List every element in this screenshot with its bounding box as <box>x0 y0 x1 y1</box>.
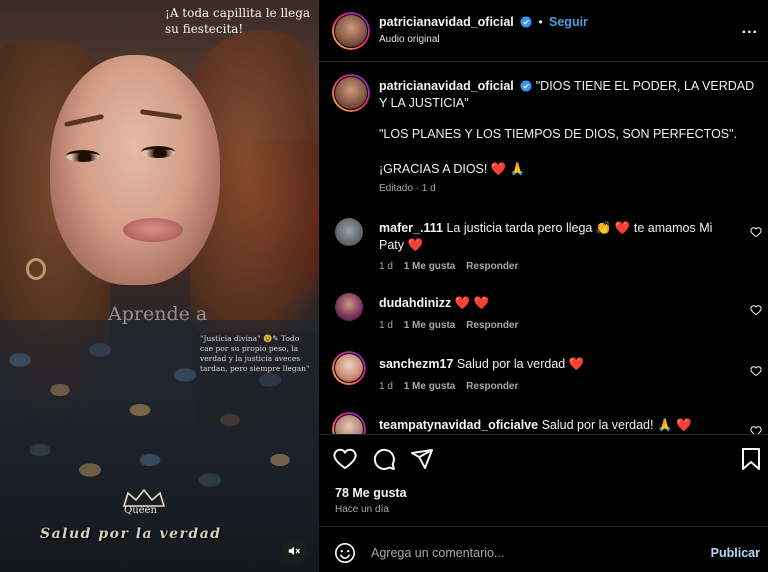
comment-likes[interactable]: 1 Me gusta <box>404 261 456 272</box>
comments-list[interactable]: patricianavidad_oficial "DIOS TIENE EL P… <box>319 62 768 434</box>
comment-time: 1 d <box>379 381 393 392</box>
comment-composer: Agrega un comentario... Publicar <box>319 526 768 572</box>
reply-button[interactable]: Responder <box>466 320 518 331</box>
video-caption-text: ¡A toda capillita le llega su fiestecita… <box>165 6 311 36</box>
like-comment-icon[interactable] <box>750 226 762 238</box>
comment-text: Salud por la verdad ❤️ <box>456 357 585 371</box>
comment-item: mafer_.111 La justicia tarda pero llega … <box>319 212 768 274</box>
queen-badge: Queen <box>124 505 157 516</box>
like-icon[interactable] <box>333 447 357 471</box>
comment-text: ❤️ ❤️ <box>454 296 490 310</box>
comment-item: sanchezm17 Salud por la verdad ❤️ 1 d 1 … <box>319 351 768 401</box>
comment-username[interactable]: mafer_.111 <box>379 221 443 235</box>
follow-button[interactable]: Seguir <box>549 15 588 29</box>
like-comment-icon[interactable] <box>750 304 762 316</box>
mute-button[interactable] <box>281 538 307 564</box>
comment-time: 1 d <box>379 261 393 272</box>
comment-likes[interactable]: 1 Me gusta <box>404 320 456 331</box>
avatar[interactable] <box>335 293 363 321</box>
avatar[interactable] <box>335 15 367 47</box>
video-bottom-text: Salud por la verdad <box>40 526 222 542</box>
comment-item: teampatynavidad_oficialve Salud por la v… <box>319 412 768 434</box>
caption-line-2: "LOS PLANES Y LOS TIEMPOS DE DIOS, SON P… <box>379 127 738 141</box>
emoji-icon[interactable] <box>334 542 356 564</box>
avatar[interactable] <box>335 77 367 109</box>
comment-likes[interactable]: 1 Me gusta <box>404 381 456 392</box>
speaker-muted-icon <box>288 546 300 556</box>
publish-button[interactable]: Publicar <box>711 546 760 560</box>
like-comment-icon[interactable] <box>750 365 762 377</box>
earring <box>26 258 46 280</box>
instagram-post-modal: ¡A toda capillita le llega su fiestecita… <box>0 0 768 572</box>
avatar[interactable] <box>335 354 363 382</box>
reply-button[interactable]: Responder <box>466 381 518 392</box>
more-options-button[interactable]: ... <box>742 20 758 38</box>
post-header: patricianavidad_oficial • Seguir Audio o… <box>319 0 768 62</box>
portrait-face <box>50 55 220 285</box>
audio-label[interactable]: Audio original <box>379 34 440 45</box>
video-overlay-word: Aprende a <box>108 303 208 325</box>
share-icon[interactable] <box>410 447 434 471</box>
comment-text: Salud por la verdad! 🙏 ❤️ <box>541 418 692 432</box>
post-time: Hace un día <box>335 504 389 515</box>
comment-username[interactable]: dudahdinizz <box>379 296 451 310</box>
comment-item: dudahdinizz ❤️ ❤️ 1 d 1 Me gusta Respond… <box>319 290 768 340</box>
likes-count[interactable]: 78 Me gusta <box>335 486 407 500</box>
save-icon[interactable] <box>740 447 762 471</box>
comment-username[interactable]: teampatynavidad_oficialve <box>379 418 538 432</box>
verified-badge-icon <box>520 16 532 28</box>
caption-line-3: ¡GRACIAS A DIOS! ❤️ 🙏 <box>379 162 526 176</box>
caption-meta: Editado · 1 d <box>379 183 436 194</box>
avatar[interactable] <box>335 218 363 246</box>
reel-video[interactable]: ¡A toda capillita le llega su fiestecita… <box>0 0 319 572</box>
like-comment-icon[interactable] <box>750 425 762 434</box>
caption-username[interactable]: patricianavidad_oficial <box>379 79 514 93</box>
avatar[interactable] <box>335 415 363 434</box>
post-actions: 78 Me gusta Hace un día <box>319 434 768 526</box>
comment-icon[interactable] <box>372 447 396 471</box>
comment-input[interactable]: Agrega un comentario... <box>371 546 504 560</box>
comment-username[interactable]: sanchezm17 <box>379 357 453 371</box>
header-username[interactable]: patricianavidad_oficial <box>379 15 514 29</box>
post-caption: patricianavidad_oficial "DIOS TIENE EL P… <box>319 62 768 212</box>
reply-button[interactable]: Responder <box>466 261 518 272</box>
comment-time: 1 d <box>379 320 393 331</box>
verified-badge-icon <box>520 80 532 92</box>
video-note-text: "Justicia divina" 😉✎ Todo cae por su pro… <box>196 332 316 428</box>
post-side-panel: patricianavidad_oficial • Seguir Audio o… <box>319 0 768 572</box>
